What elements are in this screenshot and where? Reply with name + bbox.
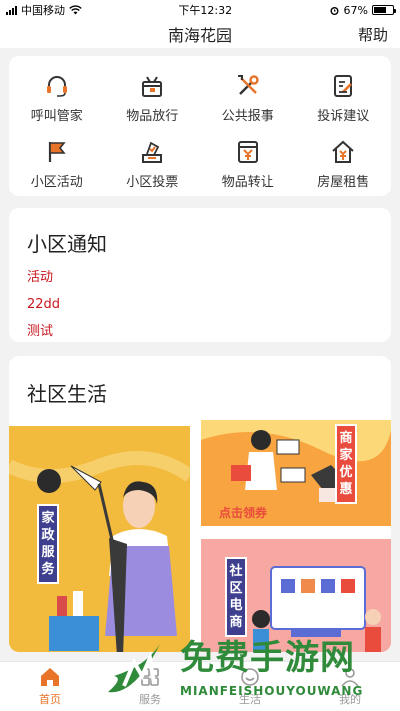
headset-icon (43, 72, 71, 100)
service-label: 物品放行 (126, 109, 179, 124)
service-label: 公共报事 (221, 109, 274, 124)
nav-bar: 南海花园 帮助 (0, 20, 400, 48)
tab-label: 生活 (239, 693, 261, 706)
service-icon (141, 668, 159, 686)
community-life-card: 社区生活 家政服务 商家优惠 点击领券 社区电商 (9, 356, 391, 652)
tab-service[interactable]: 服务 (100, 662, 200, 711)
carrier-label: 中国移动 (21, 4, 65, 17)
tab-life[interactable]: 生活 (200, 662, 300, 711)
feedback-icon (329, 72, 357, 100)
service-label: 投诉建议 (317, 109, 370, 124)
service-label: 物品转让 (221, 175, 274, 190)
tab-home[interactable]: 首页 (0, 662, 100, 711)
ballot-icon (138, 138, 166, 166)
service-community-activity[interactable]: 小区活动 (9, 138, 105, 190)
notices-title: 小区通知 (27, 232, 107, 256)
notice-list: 活动 22dd 测试 (27, 271, 373, 342)
get-coupon-caption: 点击领券 (219, 506, 268, 520)
page-title: 南海花园 (167, 26, 232, 45)
notice-item[interactable]: 22dd (27, 298, 373, 325)
tab-bar: 首页 服务 生活 我的 (0, 661, 400, 711)
user-icon (341, 668, 359, 687)
clock: 下午12:32 (178, 4, 233, 17)
service-feedback[interactable]: 投诉建议 (296, 72, 392, 124)
transfer-icon (234, 138, 262, 166)
community-mall-banner[interactable]: 社区电商 (201, 539, 391, 652)
notice-item[interactable]: 测试 (27, 325, 373, 342)
tab-label: 我的 (339, 693, 361, 706)
service-label: 房屋租售 (317, 175, 370, 190)
service-public-report[interactable]: 公共报事 (200, 72, 296, 124)
tools-icon (234, 72, 262, 100)
alarm-icon (330, 6, 339, 15)
tab-mine[interactable]: 我的 (300, 662, 400, 711)
service-label: 小区活动 (30, 175, 83, 190)
flag-icon (43, 138, 71, 166)
service-community-vote[interactable]: 小区投票 (105, 138, 201, 190)
battery-icon (372, 5, 396, 15)
mall-badge: 社区电商 (225, 557, 247, 637)
service-label: 小区投票 (126, 175, 179, 190)
service-house-rent[interactable]: 房屋租售 (296, 138, 392, 190)
housekeeping-badge: 家政服务 (37, 504, 59, 584)
services-card: 呼叫管家 物品放行 公共报事 投诉建议 小区活动 小区投票 物品转让 房屋租售 (9, 56, 391, 196)
notice-item[interactable]: 活动 (27, 271, 373, 298)
help-button[interactable]: 帮助 (358, 24, 388, 45)
tab-label: 首页 (39, 693, 61, 706)
home-icon (41, 668, 59, 686)
life-icon (241, 668, 259, 686)
wifi-icon (69, 5, 82, 15)
service-label: 呼叫管家 (30, 109, 83, 124)
life-title: 社区生活 (27, 382, 107, 406)
service-item-transfer[interactable]: 物品转让 (200, 138, 296, 190)
tab-label: 服务 (139, 693, 161, 706)
battery-percent: 67% (343, 3, 368, 17)
merchant-badge: 商家优惠 (335, 424, 357, 504)
merchant-discount-banner[interactable]: 商家优惠 点击领券 (201, 420, 391, 526)
service-call-butler[interactable]: 呼叫管家 (9, 72, 105, 124)
signal-icon (6, 5, 17, 15)
house-rent-icon (329, 138, 357, 166)
notices-card: 小区通知 活动 22dd 测试 (9, 208, 391, 342)
package-release-icon (138, 72, 166, 100)
housekeeping-banner[interactable]: 家政服务 (9, 426, 190, 652)
service-package-release[interactable]: 物品放行 (105, 72, 201, 124)
status-bar: 中国移动 下午12:32 67% (0, 0, 400, 20)
